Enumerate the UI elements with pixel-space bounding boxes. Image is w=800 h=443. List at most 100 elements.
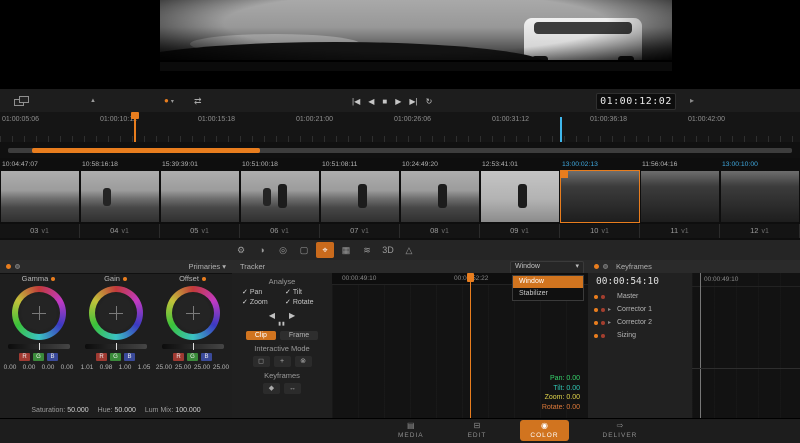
graph-playhead-handle[interactable] [467, 273, 474, 282]
timeline-marker-icon[interactable]: ▲ [90, 98, 96, 104]
primaries-mode-dropdown[interactable]: Primaries ▾ [188, 260, 226, 273]
loop-button[interactable]: ↻ [426, 97, 433, 106]
video-viewer[interactable] [160, 0, 672, 60]
timeline-scrollbar [0, 142, 800, 158]
stereo-3d-icon[interactable]: 3D [379, 242, 397, 258]
qualifier-icon[interactable]: ◎ [274, 242, 292, 258]
jump-to-start-button[interactable]: |◀ [352, 97, 360, 106]
track-row-corrector-2[interactable]: ▸ Corrector 2 [588, 316, 692, 329]
keyframes-playhead[interactable] [700, 273, 701, 418]
gamma-color-wheel[interactable] [11, 286, 66, 340]
dual-screen-icon[interactable] [14, 96, 29, 106]
clip-thumbnail[interactable] [1, 171, 79, 222]
saturation-label: Saturation: [31, 407, 66, 414]
chevron-down-icon: ▾ [170, 99, 174, 105]
track-forward-button[interactable]: ▶ [289, 311, 295, 320]
wheel-value: 1.01 [80, 364, 94, 371]
keyframes-timeline[interactable]: 00:00:49:10 [692, 273, 800, 418]
clip-mode-button[interactable]: Clip [245, 331, 276, 340]
current-timecode-field[interactable]: 01:00:12:02 [596, 93, 676, 110]
wheel-value: 25.00 [193, 364, 211, 371]
color-page-button[interactable]: ◉ COLOR [520, 420, 569, 441]
offset-color-wheel[interactable] [165, 286, 220, 340]
reset-dot-icon[interactable] [122, 277, 127, 282]
track-dot-icon [601, 307, 605, 312]
timeline-ruler[interactable]: 01:00:05:06 01:00:10:12 01:00:15:18 01:0… [0, 112, 800, 143]
power-window-icon[interactable]: ▢ [295, 242, 313, 258]
check-icon: ✓ [242, 289, 248, 296]
playback-controls: |◀ ◀ ■ ▶ ▶| ↻ [352, 89, 432, 113]
clip-thumbnail[interactable] [321, 171, 399, 222]
reset-dot-icon[interactable] [51, 277, 56, 282]
step-back-button[interactable]: ◀ [368, 97, 374, 106]
sizing-icon[interactable]: ▦ [337, 242, 355, 258]
keyframes-timecode: 00:00:54:10 [596, 276, 659, 287]
dropdown-value: Window [515, 263, 540, 270]
add-keyframe-button[interactable]: ◆ [263, 383, 280, 394]
stop-button[interactable]: ■ [382, 97, 387, 106]
clip-thumbnail[interactable] [241, 171, 319, 222]
check-icon: ✓ [285, 289, 291, 296]
clip-thumbnail[interactable] [481, 171, 559, 222]
media-page-button[interactable]: ▤ MEDIA [388, 420, 434, 441]
playhead-handle[interactable] [131, 112, 139, 119]
pan-checkbox[interactable]: ✓ Pan [242, 288, 285, 298]
clip-color-dropdown[interactable]: ● ▾ [164, 89, 174, 113]
play-button[interactable]: ▶ [395, 97, 401, 106]
palette-dot-icon[interactable] [603, 264, 608, 269]
tilt-checkbox[interactable]: ✓ Tilt [285, 288, 328, 298]
frame-mode-button[interactable]: Frame [279, 331, 319, 340]
track-reverse-button[interactable]: ◀ [269, 311, 275, 320]
curves-icon[interactable]: ◑ [253, 242, 271, 258]
clip-thumbnail[interactable] [81, 171, 159, 222]
blur-icon[interactable]: ≋ [358, 242, 376, 258]
scrollbar-thumb[interactable] [32, 148, 260, 153]
clip-version: v1 [601, 228, 609, 235]
rotate-checkbox[interactable]: ✓ Rotate [285, 298, 328, 308]
clip-thumbnail[interactable] [161, 171, 239, 222]
track-row-sizing[interactable]: Sizing [588, 329, 692, 342]
expand-icon[interactable]: ▸ [608, 319, 614, 326]
jump-to-end-button[interactable]: ▶| [409, 97, 417, 106]
gain-master-wheel[interactable] [84, 343, 147, 350]
clip-thumbnail[interactable] [401, 171, 479, 222]
camera-raw-icon[interactable]: ⚙ [232, 242, 250, 258]
reset-dot-icon[interactable] [201, 277, 206, 282]
wheel-value: 25.00 [174, 364, 192, 371]
pan-readout: Pan: 0.00 [550, 375, 580, 382]
clip-thumbnail[interactable] [560, 170, 640, 223]
ruler-tick: 01:00:26:06 [394, 116, 431, 123]
keyframe-nav-button[interactable]: ↔ [284, 383, 301, 394]
track-row-master[interactable]: Master [588, 290, 692, 303]
deliver-page-button[interactable]: ⇨ DELIVER [593, 420, 648, 441]
gain-color-wheel[interactable] [88, 286, 143, 340]
wheel-label: Offset [179, 274, 199, 283]
menu-item-stabilizer[interactable]: Stabilizer [513, 288, 583, 300]
insert-point-button[interactable]: ◻ [252, 356, 270, 367]
secondary-playhead[interactable] [560, 117, 562, 142]
keyframes-ruler-timecode: 00:00:49:10 [692, 273, 800, 287]
tracker-icon[interactable]: ⌖ [316, 242, 334, 258]
edit-page-button[interactable]: ⊟ EDIT [458, 420, 497, 441]
palette-dot-icon[interactable] [6, 264, 11, 269]
shuffle-icon[interactable]: ⇄ [194, 89, 202, 113]
set-point-button[interactable]: + [273, 356, 291, 367]
wheel-label: Gain [104, 274, 120, 283]
expand-icon[interactable]: ▸ [608, 306, 614, 313]
delete-point-button[interactable]: ⊗ [294, 356, 312, 367]
clip-thumbnail[interactable] [641, 171, 719, 222]
menu-item-window[interactable]: Window [513, 276, 583, 288]
gamma-master-wheel[interactable] [7, 343, 70, 350]
track-row-corrector-1[interactable]: ▸ Corrector 1 [588, 303, 692, 316]
zoom-checkbox[interactable]: ✓ Zoom [242, 298, 285, 308]
offset-master-wheel[interactable] [161, 343, 224, 350]
viewer-options-icon[interactable]: ▸ [690, 89, 694, 113]
graph-playhead[interactable] [470, 273, 471, 418]
palette-dot-icon[interactable] [594, 264, 599, 269]
track-dot-icon [594, 294, 598, 299]
track-pause-button[interactable]: ▮▮ [232, 321, 332, 327]
red-chip: R [19, 353, 30, 361]
palette-dot-icon[interactable] [15, 264, 20, 269]
clip-thumbnail[interactable] [721, 171, 799, 222]
motion-effects-icon[interactable]: △ [400, 242, 418, 258]
